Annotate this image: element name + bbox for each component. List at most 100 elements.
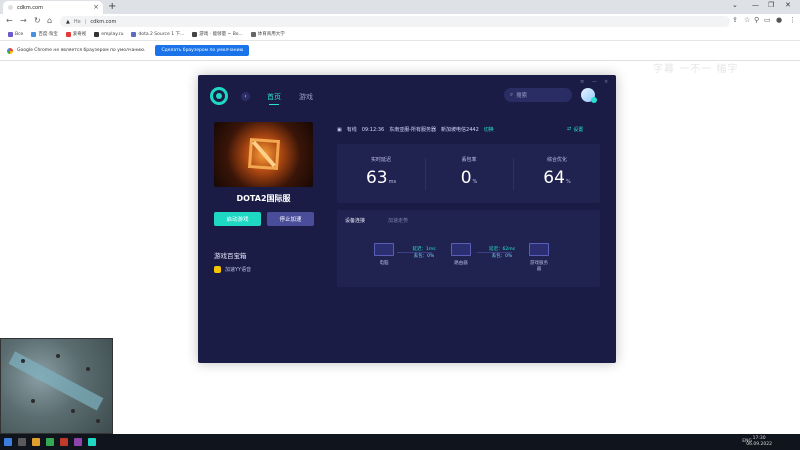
bookmark-favicon-icon [250, 31, 256, 37]
bookmark-favicon-icon [192, 31, 198, 37]
app-menu-icon[interactable]: ≡ [580, 79, 584, 85]
start-icon[interactable] [4, 438, 12, 446]
infobar-text: Google Chrome не является браузером по у… [17, 48, 146, 53]
node-router: 路由器 [450, 243, 472, 266]
app-logo-icon [210, 87, 228, 105]
side-panel-icon[interactable]: ▭ [764, 16, 771, 24]
stat-label: 实时延迟 [370, 157, 391, 163]
app-taskbar-icon[interactable] [74, 438, 82, 446]
share-icon[interactable]: ⇪ [732, 16, 738, 24]
home-icon[interactable]: ⌂ [47, 16, 52, 25]
search-taskbar-icon[interactable] [18, 438, 26, 446]
app-taskbar-icon[interactable] [60, 438, 68, 446]
back-arrow-icon[interactable]: ‹ [241, 92, 250, 101]
extensions-icon[interactable]: ⚲ [754, 16, 759, 24]
maximize-icon[interactable]: ❐ [768, 1, 774, 9]
tab-search-icon[interactable]: ⌄ [732, 1, 738, 9]
stop-acceleration-button[interactable]: 停止加速 [267, 212, 314, 226]
browser-tab[interactable]: cdkm.com × [3, 1, 103, 14]
bookmark-item[interactable]: emplay.ru [94, 31, 124, 37]
reload-icon[interactable]: ↻ [34, 16, 41, 25]
tab-favicon-icon [8, 5, 13, 10]
settings-link[interactable]: ⇄ 设置 [567, 126, 583, 133]
tab-device-connection[interactable]: 设备连接 [345, 217, 365, 224]
address-url: cdkm.com [90, 18, 117, 25]
app-close-icon[interactable]: × [604, 79, 608, 85]
bookmark-star-icon[interactable]: ☆ [744, 16, 750, 24]
tab-games[interactable]: 游戏 [299, 92, 313, 102]
minimap-marker [21, 359, 25, 363]
server-icon [529, 243, 549, 256]
node-game-server: 游戏服务器 [528, 243, 550, 272]
bookmark-label: 爱奇视 [72, 32, 87, 37]
set-default-browser-button[interactable]: Сделать браузером по умолчанию [155, 45, 250, 56]
monitor-icon: ▣ [337, 126, 342, 133]
switch-node-link[interactable]: 切换 [484, 126, 494, 133]
start-game-button[interactable]: 启动游戏 [214, 212, 261, 226]
toolbox-item-label: 加速YY语音 [225, 267, 252, 273]
profile-icon[interactable]: ● [776, 16, 782, 24]
bookmark-favicon-icon [8, 31, 13, 37]
browser-toolbar: ← → ↻ ⌂ ▲ Не | cdkm.com ⇪ ☆ ⚲ ▭ ● ⋮ [0, 14, 800, 28]
game-cover-image [214, 122, 313, 187]
status-server: 东南亚服-所有服务器 [389, 127, 437, 133]
stat-label: 丢包率 [461, 157, 477, 163]
stat-label: 综合优化 [546, 157, 567, 163]
link-computer-router: 延迟：1ms 丢包：0% [409, 246, 439, 260]
bookmark-favicon-icon [31, 31, 37, 37]
system-clock[interactable]: 17:30 06.09.2022 [746, 436, 772, 448]
search-icon: ⌕ [510, 91, 514, 98]
minimap-marker [86, 367, 90, 371]
back-icon[interactable]: ← [6, 16, 13, 25]
bookmark-item[interactable]: 体育商用大学 [250, 31, 285, 37]
search-placeholder: 搜索 [516, 93, 528, 99]
address-bar[interactable]: ▲ Не | cdkm.com [60, 16, 730, 27]
route-panel: 设备连接 加速走势 电脑 延迟：1ms 丢包：0% 路由器 延迟：62ms 丢包… [337, 210, 600, 287]
taskbar: ENG 17:30 06.09.2022 [0, 434, 800, 450]
explorer-icon[interactable] [32, 438, 40, 446]
close-window-icon[interactable]: ✕ [785, 1, 791, 9]
toolbox-item-yy[interactable]: 加速YY语音 [214, 266, 251, 273]
computer-icon [374, 243, 394, 256]
accelerator-taskbar-icon[interactable] [88, 438, 96, 446]
bookmark-item[interactable]: Все [8, 31, 23, 37]
stat-latency: 实时延迟 63ms [337, 144, 425, 203]
new-tab-icon[interactable]: + [108, 1, 116, 12]
chrome-icon[interactable] [46, 438, 54, 446]
link-latency: 延迟：62ms [489, 247, 515, 252]
bookmark-label: emplay.ru [101, 31, 124, 37]
link-loss: 丢包：0% [413, 254, 435, 259]
status-state: 有线 [346, 127, 357, 133]
dota-logo-icon [247, 137, 281, 171]
bookmark-item[interactable]: 爱奇视 [65, 31, 87, 37]
menu-icon[interactable]: ⋮ [789, 16, 796, 24]
app-minimize-icon[interactable]: — [592, 79, 597, 85]
address-separator: | [84, 18, 87, 25]
tab-home[interactable]: 首页 [267, 92, 281, 105]
tab-title: cdkm.com [17, 4, 43, 11]
bookmark-favicon-icon [131, 31, 137, 37]
stat-value: 0% [460, 168, 478, 188]
minimap-marker [71, 409, 75, 413]
minimap-marker [56, 354, 60, 358]
status-time: 09:12:36 [361, 126, 385, 133]
stat-value: 64% [543, 168, 571, 188]
bookmark-item[interactable]: 百度·淘宝 [31, 31, 58, 37]
router-icon [451, 243, 471, 256]
avatar[interactable] [581, 88, 597, 103]
search-input[interactable]: ⌕ 搜索 [504, 88, 572, 102]
settings-icon: ⇄ [567, 126, 572, 132]
minimize-icon[interactable]: — [752, 1, 759, 9]
address-prefix: Не [73, 18, 81, 25]
bookmark-favicon-icon [94, 31, 100, 37]
tab-close-icon[interactable]: × [93, 3, 99, 11]
bookmark-item[interactable]: dota 2 Source 1 下... [131, 31, 184, 37]
tab-acceleration-trend[interactable]: 加速走势 [388, 217, 408, 224]
warning-icon: ▲ [66, 18, 70, 25]
accelerator-app-window: ≡ — × ‹ 首页 游戏 ⌕ 搜索 DOTA2国际服 启动游戏 停止加速 游戏… [198, 75, 616, 363]
stat-optimization: 综合优化 64% [513, 144, 601, 203]
bookmark-item[interactable]: 游戏 · 能够量 ~ Bo... [192, 31, 243, 37]
node-computer: 电脑 [373, 243, 395, 266]
bookmark-label: 体育商用大学 [257, 32, 285, 37]
forward-icon[interactable]: → [20, 16, 27, 25]
